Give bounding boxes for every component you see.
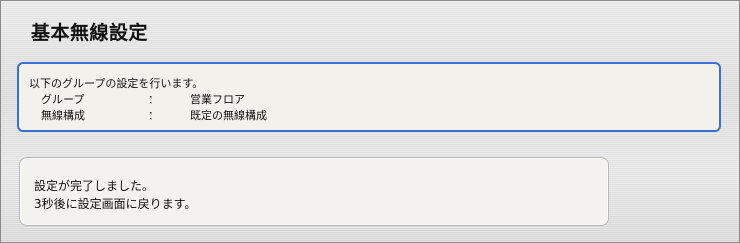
window-frame: 基本無線設定 以下のグループの設定を行います。 グループ ： 営業フロア 無線構… <box>0 0 740 243</box>
group-info-panel: 以下のグループの設定を行います。 グループ ： 営業フロア 無線構成 ： 既定の… <box>17 62 721 132</box>
info-value-wireless-config: 既定の無線構成 <box>190 109 267 122</box>
info-separator: ： <box>148 93 159 106</box>
page-title: 基本無線設定 <box>31 22 149 44</box>
info-separator: ： <box>148 109 159 122</box>
status-message-panel: 設定が完了しました。 3秒後に設定画面に戻ります。 <box>19 157 609 226</box>
info-label-wireless-config: 無線構成 <box>41 109 85 122</box>
status-complete-message: 設定が完了しました。 <box>34 179 155 193</box>
info-row-group: グループ ： 営業フロア <box>19 91 719 106</box>
status-redirect-message: 3秒後に設定画面に戻ります。 <box>34 197 197 211</box>
info-value-group: 営業フロア <box>190 93 245 106</box>
info-row-wireless-config: 無線構成 ： 既定の無線構成 <box>19 107 719 122</box>
info-label-group: グループ <box>41 93 85 106</box>
info-intro-text: 以下のグループの設定を行います。 <box>29 77 204 90</box>
